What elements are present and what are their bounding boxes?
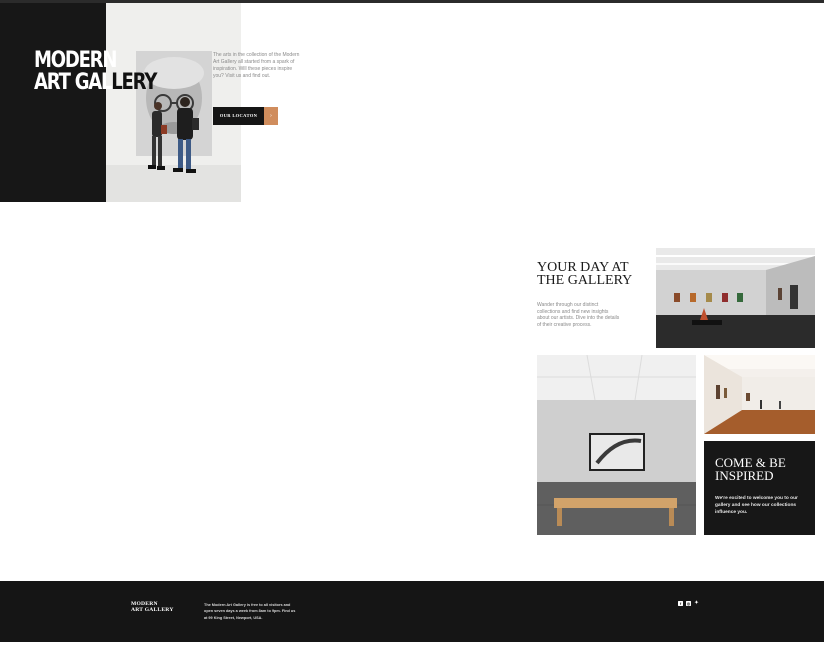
hero-title-line2: ART GALLERY: [34, 70, 157, 95]
facebook-icon[interactable]: f: [678, 601, 683, 606]
footer-logo[interactable]: MODERN ART GALLERY: [131, 601, 174, 613]
gallery-bench-image: [537, 355, 696, 535]
hero-title: MODERN ART GALLERY: [34, 48, 157, 95]
our-location-button[interactable]: OUR LOCATON ›: [213, 107, 278, 125]
inspired-card: COME & BE INSPIRED We're excited to welc…: [704, 441, 815, 535]
gallery-corridor-image: [704, 355, 815, 434]
inspired-card-title: COME & BE INSPIRED: [715, 455, 786, 483]
hero-dark-panel: [0, 3, 107, 202]
hero-title-line1: MODERN: [34, 48, 117, 73]
twitter-icon[interactable]: ✦: [694, 601, 699, 606]
feature-title: YOUR DAY AT THE GALLERY: [537, 260, 633, 288]
social-links: f ◎ ✦: [678, 601, 699, 606]
footer-info: The Modern Art Gallery is free to all vi…: [204, 603, 296, 620]
feature-description: Wander through our distinct collections …: [537, 302, 620, 328]
hero-image: [106, 3, 241, 202]
instagram-icon[interactable]: ◎: [686, 601, 691, 606]
hero-description: The arts in the collection of the Modern…: [213, 52, 300, 79]
our-location-label: OUR LOCATON: [213, 107, 264, 125]
arrow-right-icon: ›: [264, 107, 278, 125]
gallery-hall-image: [656, 248, 815, 348]
inspired-card-text: We're excited to welcome you to our gall…: [715, 496, 798, 515]
footer-logo-line2: ART GALLERY: [131, 606, 174, 613]
footer: MODERN ART GALLERY The Modern Art Galler…: [0, 581, 824, 642]
